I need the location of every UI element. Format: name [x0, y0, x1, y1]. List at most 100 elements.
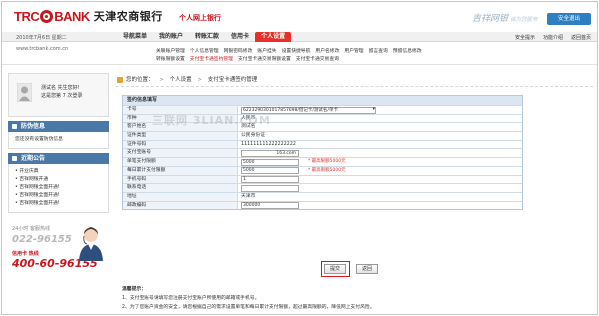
field-label: 证件类型 — [123, 132, 238, 140]
field-label: 支付宝账号 — [123, 149, 238, 158]
submenu-item-active[interactable]: 支付宝卡通签约管理 — [190, 56, 233, 64]
logo-mark-icon — [40, 9, 54, 23]
utility-links: 安全提示 功能介绍 返回首页 — [515, 34, 591, 41]
breadcrumb-separator: > — [159, 77, 164, 83]
main-content: 您的位置： > 个人设置 > 支付宝卡通签约管理 签约信息填写 卡号 62232… — [116, 73, 593, 310]
sub-header: www.trcbank.com.cn 关联账户管理 个人信息管理 网银密码修改 … — [2, 43, 597, 65]
submenu-item[interactable]: 用户名修改 — [315, 48, 339, 56]
notice-item[interactable]: 吉祥网银全面开通! — [15, 192, 102, 200]
fraud-info-body: 您还没有设置防伪信息 — [8, 132, 109, 149]
mobile-input[interactable]: 1 — [241, 176, 299, 183]
current-date: 2010年7月6日 星期二 — [16, 35, 67, 41]
form-row-daily-limit: 每日累计支付限额 5000 * 最高限额5000元 — [123, 165, 522, 175]
site-url: www.trcbank.com.cn — [16, 46, 69, 52]
slogan-main: 吉祥网银 — [472, 14, 509, 24]
submenu-item[interactable]: 支付宝卡通交易限额设置 — [238, 56, 291, 64]
postcode-input[interactable]: 300000 — [241, 202, 299, 210]
logout-button[interactable]: 安全退出 — [547, 13, 591, 25]
logo-bank: BANK — [54, 8, 90, 24]
field-label: 手机号码 — [123, 175, 238, 184]
currency-value: 人民币 — [241, 115, 256, 121]
customer-name-value: 测试名 — [241, 124, 256, 130]
features-link[interactable]: 功能介绍 — [543, 34, 563, 41]
submenu-item[interactable]: 预留信息修改 — [393, 48, 422, 56]
watermark: 三联网 3LIAN.COM — [152, 114, 271, 127]
page-frame: TRC BANK 天津农商银行 个人网上银行 吉祥网银 诚为您服务 安全退出 20… — [1, 1, 598, 315]
nav-item-menu[interactable]: 导航菜单 — [117, 32, 153, 42]
form-row-postcode: 邮政编码 300000 — [123, 200, 522, 210]
submenu-item[interactable]: 设置快捷导航 — [282, 48, 311, 56]
id-type-value: 公民身份证 — [241, 133, 265, 139]
form-title: 签约信息填写 — [123, 96, 522, 105]
breadcrumb-level2: 支付宝卡通签约管理 — [207, 77, 258, 83]
form-row-phone: 联系电话 — [123, 183, 522, 192]
submenu-row-2: 转账限额设置 支付宝卡通签约管理 支付宝卡通交易限额设置 支付宝卡通交易查询 — [156, 56, 596, 64]
form-row-id-number: 证件号码 111111111222222222 — [123, 139, 522, 149]
submenu-item[interactable]: 留言查询 — [369, 48, 388, 56]
phone-input[interactable] — [241, 184, 299, 192]
breadcrumb-root: 您的位置： — [126, 77, 154, 83]
fraud-info-header: 防伪信息 — [8, 121, 109, 132]
back-button[interactable]: 返回 — [356, 264, 378, 274]
notice-header: 近期公告 — [8, 153, 109, 164]
limit-note: * 最高限额5000元 — [308, 159, 346, 165]
security-tips-link[interactable]: 安全提示 — [515, 34, 535, 41]
header: TRC BANK 天津农商银行 个人网上银行 吉祥网银 诚为您服务 安全退出 — [2, 2, 597, 32]
form-row-alipay: 支付宝账号 163.com — [123, 148, 522, 158]
nav-item-settings[interactable]: 个人设置 — [255, 32, 292, 42]
credit-hotline-label: 信用卡 热线 — [12, 251, 39, 257]
tip-line: 1、支付宝账号请填写您注册支付宝账户所使用的邮箱或手机号。 — [122, 296, 260, 301]
notice-item[interactable]: 吉祥网银全面开通! — [15, 200, 102, 208]
tips-title: 温馨提示： — [122, 287, 146, 292]
submenu-item[interactable]: 网银密码修改 — [224, 48, 253, 56]
main-nav: 导航菜单 我的账户 转账汇款 信用卡 个人设置 — [117, 32, 292, 42]
notice-body: 开业庆典 吉祥网银开通 吉祥网银全面开通! 吉祥网银全面开通! 吉祥网银全面开通… — [8, 164, 109, 213]
submenu-item[interactable]: 账户挂失 — [257, 48, 276, 56]
submenu-item[interactable]: 关联账户管理 — [156, 48, 185, 56]
hotline-label: 24小时 客服热线 — [12, 226, 50, 232]
form-row-single-limit: 单笔支付限额 5000 * 最高限额5000元 — [123, 157, 522, 166]
field-label: 邮政编码 — [123, 201, 238, 210]
slogan: 吉祥网银 诚为您服务 — [472, 11, 538, 24]
notice-item[interactable]: 吉祥网银全面开通! — [15, 184, 102, 192]
product-name: 个人网上银行 — [179, 14, 221, 22]
field-label: 联系电话 — [123, 184, 238, 192]
welcome-line: 测试名 先生您好! — [41, 85, 80, 91]
nav-item-my-account[interactable]: 我的账户 — [153, 32, 189, 42]
form-row-mobile: 手机号码 1 — [123, 174, 522, 184]
breadcrumb: 您的位置： > 个人设置 > 支付宝卡通签约管理 — [116, 73, 593, 87]
submenu-item[interactable]: 个人信息管理 — [190, 48, 219, 56]
tip-line: 2、为了您账户资金的安全，请您根据自己的需求设置单笔和每日累计支付限额，超过最高… — [122, 305, 375, 310]
user-welcome: 测试名 先生您好! 这是您第 7 次登录 — [41, 84, 82, 100]
field-label: 证件号码 — [123, 140, 238, 149]
breadcrumb-level1[interactable]: 个人设置 — [170, 77, 192, 83]
logo-chinese-name: 天津农商银行 — [93, 10, 163, 23]
hotline-banner: 24小时 客服热线 022-96155 信用卡 热线 400-60-96155 — [8, 221, 109, 281]
user-avatar-icon — [17, 83, 32, 102]
submit-button[interactable]: 提交 — [324, 264, 346, 274]
form-row-address: 地址 天津市 — [123, 191, 522, 201]
submenu-item[interactable]: 转账限额设置 — [156, 56, 185, 64]
id-number-value: 111111111222222222 — [241, 141, 296, 147]
sidebar: 测试名 先生您好! 这是您第 7 次登录 防伪信息 您还没有设置防伪信息 近期公… — [8, 73, 109, 281]
notice-item[interactable]: 吉祥网银开通 — [15, 176, 102, 184]
single-limit-input[interactable]: 5000 — [241, 158, 299, 166]
bank-logo[interactable]: TRC BANK 天津农商银行 — [14, 8, 163, 24]
daily-limit-input[interactable]: 5000 — [241, 167, 299, 175]
nav-item-credit-card[interactable]: 信用卡 — [225, 32, 255, 42]
alipay-account-input[interactable]: 163.com — [241, 149, 299, 157]
nav-bar: 2010年7月6日 星期二 导航菜单 我的账户 转账汇款 信用卡 个人设置 安全… — [2, 32, 597, 42]
hotline-number: 022-96155 — [12, 234, 72, 245]
nav-item-transfer[interactable]: 转账汇款 — [189, 32, 225, 42]
notice-item[interactable]: 开业庆典 — [15, 168, 102, 176]
submenu: 关联账户管理 个人信息管理 网银密码修改 账户挂失 设置快捷导航 用户名修改 用… — [156, 48, 596, 64]
service-agent-icon — [79, 227, 103, 261]
field-label: 地址 — [123, 192, 238, 201]
breadcrumb-separator: > — [197, 77, 202, 83]
address-value: 天津市 — [241, 193, 256, 199]
home-link[interactable]: 返回首页 — [571, 34, 591, 41]
submenu-item[interactable]: 支付宝卡通交易查询 — [296, 56, 339, 64]
submenu-item[interactable]: 用户管理 — [344, 48, 363, 56]
slogan-small: 诚为您服务 — [510, 17, 538, 23]
tips: 温馨提示： 1、支付宝账号请填写您注册支付宝账户所使用的邮箱或手机号。 2、为了… — [122, 285, 562, 312]
